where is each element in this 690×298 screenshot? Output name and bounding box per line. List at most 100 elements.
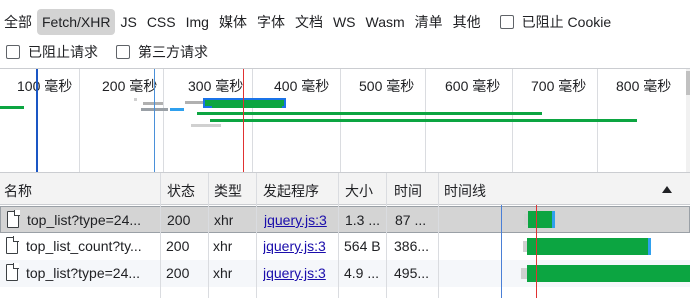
document-icon <box>6 236 19 254</box>
overview-scrollbar-thumb[interactable] <box>686 71 690 95</box>
request-name: top_list?type=24... <box>26 265 141 281</box>
blocked-cookies-checkbox[interactable]: 已阻止 Cookie <box>499 12 612 32</box>
column-header-type[interactable]: 类型 <box>208 173 256 205</box>
request-type: xhr <box>214 212 234 228</box>
overview-tick-label: 200 毫秒 <box>102 78 158 94</box>
requests-table: 名称 状态 类型 发起程序 大小 时间 时间线 top_list?type=24… <box>0 172 690 298</box>
document-icon <box>7 210 20 228</box>
checkbox-box[interactable] <box>116 45 130 59</box>
filter-type-img[interactable]: Img <box>181 9 214 35</box>
overview-tick-label: 100 毫秒 <box>17 78 73 94</box>
filter-type-font[interactable]: 字体 <box>252 9 290 35</box>
request-status: 200 <box>166 265 190 281</box>
column-header-type-label: 类型 <box>214 183 242 199</box>
overview-tick-label: 300 毫秒 <box>188 78 244 94</box>
column-divider[interactable] <box>256 173 257 298</box>
filter-type-js[interactable]: JS <box>115 9 141 35</box>
load-event-line <box>536 205 537 298</box>
request-size: 564 B <box>344 238 381 254</box>
overview-scrollbar[interactable] <box>686 69 690 172</box>
overview-request-bar <box>185 101 205 104</box>
filter-type-fetch-xhr[interactable]: Fetch/XHR <box>37 9 116 35</box>
dom-content-loaded-marker <box>36 69 38 172</box>
overview-request-bar <box>191 124 221 127</box>
request-type: xhr <box>213 238 233 254</box>
dom-content-loaded-line <box>501 205 502 298</box>
waterfall-download-bar <box>552 211 555 228</box>
filter-type-manifest[interactable]: 清单 <box>410 9 448 35</box>
filter-type-row: 全部 Fetch/XHR JS CSS Img 媒体 字体 文档 WS Wasm… <box>0 8 611 36</box>
request-type: xhr <box>213 265 233 281</box>
column-header-time-label: 时间 <box>394 183 422 199</box>
request-name: top_list_count?ty... <box>26 238 142 254</box>
request-size: 1.3 ... <box>345 212 381 228</box>
overview-gridline <box>163 69 164 172</box>
filter-type-all[interactable]: 全部 <box>0 9 37 35</box>
request-time: 495... <box>394 265 430 281</box>
request-status: 200 <box>166 238 190 254</box>
overview-request-bar <box>212 105 282 108</box>
document-icon <box>6 263 19 281</box>
checkbox-box[interactable] <box>6 45 20 59</box>
overview-tick-label: 700 毫秒 <box>531 78 587 94</box>
column-header-waterfall[interactable]: 时间线 <box>438 173 690 205</box>
first-paint-marker <box>154 69 155 172</box>
load-event-marker <box>243 69 244 172</box>
overview-tick-label: 600 毫秒 <box>445 78 501 94</box>
overview-request-bar <box>197 112 542 115</box>
waterfall-receive-bar <box>527 238 648 255</box>
waterfall-download-bar <box>648 238 651 255</box>
checkbox-box[interactable] <box>499 15 514 29</box>
overview-gridline <box>79 69 80 172</box>
table-row[interactable]: top_list?type=24... 200 xhr jquery.js:3 … <box>0 260 690 287</box>
column-header-initiator[interactable]: 发起程序 <box>256 173 338 205</box>
overview-tick-label: 800 毫秒 <box>616 78 672 94</box>
table-row[interactable]: top_list_count?ty... 200 xhr jquery.js:3… <box>0 233 690 260</box>
column-header-status-label: 状态 <box>167 183 195 199</box>
column-header-name[interactable]: 名称 <box>0 173 160 205</box>
request-size: 4.9 ... <box>344 265 380 281</box>
column-header-size[interactable]: 大小 <box>338 173 386 205</box>
column-divider[interactable] <box>160 173 161 298</box>
waterfall-receive-bar <box>528 211 552 228</box>
column-header-initiator-label: 发起程序 <box>263 183 319 199</box>
waterfall-receive-bar <box>527 265 690 282</box>
table-row[interactable]: top_list?type=24... 200 xhr jquery.js:3 … <box>0 206 690 233</box>
filter-type-wasm[interactable]: Wasm <box>361 9 410 35</box>
filter-type-media[interactable]: 媒体 <box>214 9 252 35</box>
network-overview[interactable]: 100 毫秒 200 毫秒 300 毫秒 400 毫秒 500 毫秒 600 毫… <box>0 68 690 172</box>
column-header-status[interactable]: 状态 <box>160 173 208 205</box>
filter-option-row: 已阻止请求 第三方请求 <box>6 42 208 62</box>
filter-type-ws[interactable]: WS <box>328 9 361 35</box>
third-party-label: 第三方请求 <box>138 44 208 60</box>
overview-tick-label: 500 毫秒 <box>359 78 415 94</box>
sort-ascending-icon[interactable] <box>662 186 672 193</box>
column-header-size-label: 大小 <box>345 183 373 199</box>
column-divider[interactable] <box>208 173 209 298</box>
overview-request-bar <box>143 102 163 105</box>
overview-request-bar <box>170 108 184 111</box>
filter-type-doc[interactable]: 文档 <box>290 9 328 35</box>
request-initiator-link[interactable]: jquery.js:3 <box>263 265 326 281</box>
request-time: 386... <box>394 238 430 254</box>
column-header-time[interactable]: 时间 <box>386 173 438 205</box>
overview-tick-label: 400 毫秒 <box>274 78 330 94</box>
request-initiator-link[interactable]: jquery.js:3 <box>263 238 326 254</box>
request-time: 87 ... <box>395 212 427 228</box>
blocked-requests-checkbox[interactable]: 已阻止请求 <box>6 42 98 62</box>
filter-type-css[interactable]: CSS <box>142 9 181 35</box>
blocked-cookies-label: 已阻止 Cookie <box>521 14 612 30</box>
third-party-checkbox[interactable]: 第三方请求 <box>116 42 208 62</box>
overview-request-bar <box>210 119 637 122</box>
request-name: top_list?type=24... <box>27 212 142 228</box>
filter-type-other[interactable]: 其他 <box>448 9 486 35</box>
column-divider[interactable] <box>386 173 387 298</box>
column-divider[interactable] <box>438 173 439 298</box>
request-initiator-link[interactable]: jquery.js:3 <box>264 212 327 228</box>
column-header-name-label: 名称 <box>4 183 32 199</box>
overview-request-bar <box>0 106 24 109</box>
overview-request-bar <box>134 98 137 101</box>
blocked-requests-label: 已阻止请求 <box>28 44 98 60</box>
column-divider[interactable] <box>338 173 339 298</box>
column-header-waterfall-label: 时间线 <box>444 183 486 199</box>
